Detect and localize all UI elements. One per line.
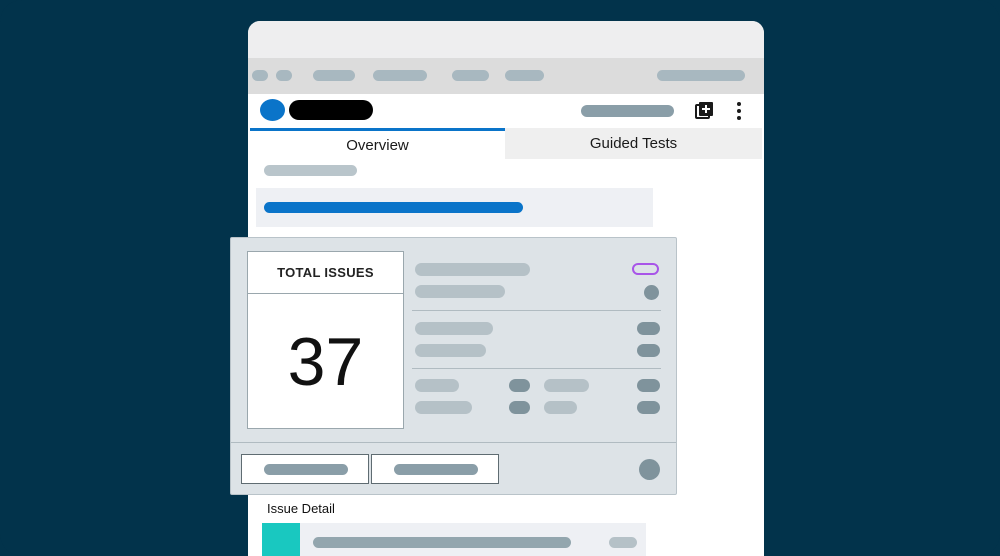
total-issues-count: 37 [287, 323, 364, 400]
detail-placeholder [313, 537, 571, 548]
progress-track [264, 202, 634, 213]
browser-titlebar [248, 21, 764, 58]
issue-detail-heading: Issue Detail [267, 501, 335, 516]
stat-placeholder [544, 379, 589, 392]
status-dot [644, 285, 659, 300]
status-badge[interactable] [632, 263, 659, 275]
toolbar-placeholder[interactable] [373, 70, 427, 81]
tab-bar: Overview Guided Tests [250, 128, 762, 159]
divider [231, 442, 676, 443]
stat-placeholder [415, 379, 459, 392]
issue-detail-row[interactable] [262, 523, 646, 556]
tab-overview[interactable]: Overview [250, 128, 505, 159]
app-name-redacted [289, 100, 373, 120]
toolbar-placeholder[interactable] [252, 70, 268, 81]
toolbar-placeholder[interactable] [505, 70, 544, 81]
stat-placeholder [415, 344, 486, 357]
teal-indicator [262, 523, 300, 556]
add-box-icon[interactable] [695, 101, 714, 120]
progress-panel [256, 188, 653, 227]
stat-placeholder [415, 401, 472, 414]
stat-placeholder [415, 285, 505, 298]
stat-value-placeholder [509, 401, 530, 414]
stat-value-placeholder [509, 379, 530, 392]
browser-toolbar [248, 58, 764, 94]
total-issues-box: TOTAL ISSUES 37 [247, 251, 404, 429]
stat-value-placeholder [637, 344, 660, 357]
avatar[interactable] [260, 99, 285, 121]
more-vertical-icon[interactable] [736, 101, 742, 121]
divider [412, 310, 661, 311]
button-label-placeholder [394, 464, 478, 475]
stat-value-placeholder [637, 401, 660, 414]
stat-placeholder [415, 322, 493, 335]
detail-placeholder [609, 537, 637, 548]
button-label-placeholder [264, 464, 348, 475]
breadcrumb-placeholder [264, 165, 357, 176]
stat-placeholder [415, 263, 530, 276]
stat-value-placeholder [637, 322, 660, 335]
toolbar-placeholder[interactable] [452, 70, 489, 81]
card-action-icon[interactable] [639, 459, 660, 480]
card-action-button[interactable] [241, 454, 369, 484]
summary-card: TOTAL ISSUES 37 [230, 237, 677, 495]
toolbar-placeholder[interactable] [657, 70, 745, 81]
stat-value-placeholder [637, 379, 660, 392]
progress-bar [264, 202, 523, 213]
header-placeholder[interactable] [581, 105, 674, 117]
background-frame: Overview Guided Tests Issue Detail TOTAL… [0, 0, 1000, 556]
toolbar-placeholder[interactable] [276, 70, 292, 81]
total-issues-title: TOTAL ISSUES [248, 252, 403, 294]
app-header [248, 94, 764, 128]
card-action-button[interactable] [371, 454, 499, 484]
toolbar-placeholder[interactable] [313, 70, 355, 81]
tab-guided-tests[interactable]: Guided Tests [505, 128, 762, 159]
stat-placeholder [544, 401, 577, 414]
divider [412, 368, 661, 369]
